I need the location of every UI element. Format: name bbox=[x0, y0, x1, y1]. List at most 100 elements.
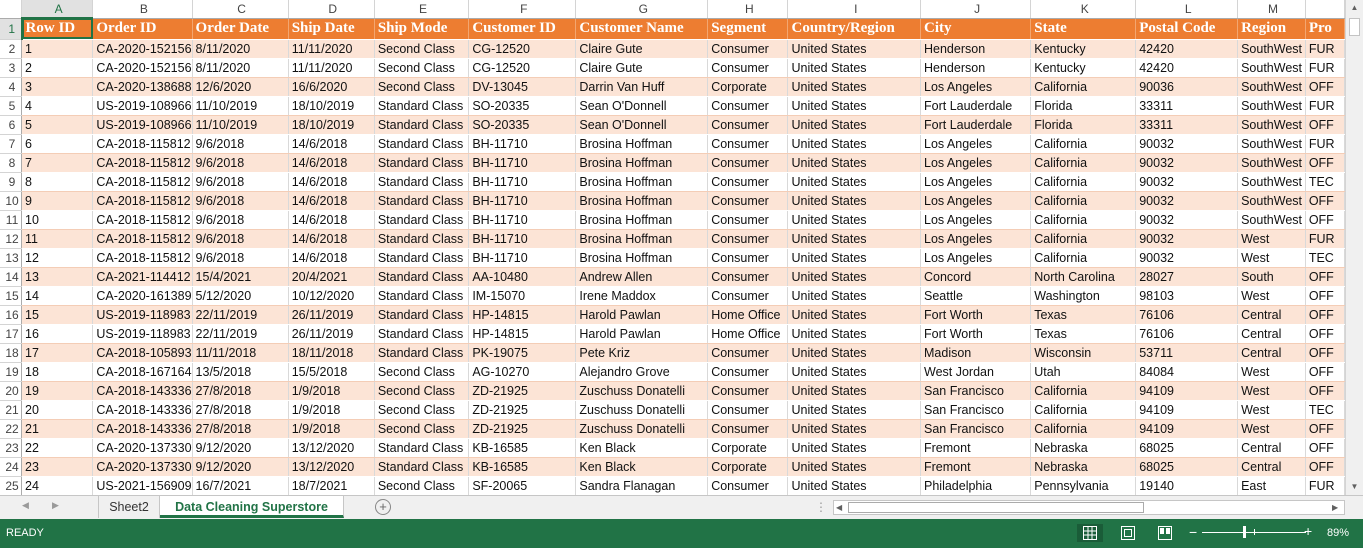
table-cell[interactable]: United States bbox=[787, 172, 921, 192]
table-cell[interactable]: United States bbox=[787, 476, 921, 495]
table-cell[interactable]: HP-14815 bbox=[468, 324, 577, 344]
table-cell[interactable]: 12/6/2020 bbox=[192, 77, 289, 97]
table-cell[interactable]: United States bbox=[787, 210, 921, 230]
table-cell[interactable]: HP-14815 bbox=[468, 305, 577, 325]
table-cell[interactable]: 16/6/2020 bbox=[288, 77, 375, 97]
table-cell[interactable]: CA-2020-137330 bbox=[92, 438, 193, 458]
table-cell[interactable]: Corporate bbox=[707, 438, 789, 458]
table-cell[interactable]: Kentucky bbox=[1030, 39, 1137, 59]
table-cell[interactable]: Consumer bbox=[707, 134, 789, 154]
zoom-out-button[interactable]: − bbox=[1189, 525, 1197, 539]
table-cell[interactable]: 14/6/2018 bbox=[288, 248, 375, 268]
table-cell[interactable]: West bbox=[1237, 248, 1306, 268]
table-cell[interactable]: Ken Black bbox=[575, 438, 709, 458]
table-cell[interactable]: 42420 bbox=[1135, 58, 1239, 78]
table-cell[interactable]: 90032 bbox=[1135, 172, 1239, 192]
row-header[interactable]: 25 bbox=[0, 476, 23, 495]
prev-sheet-arrow-icon[interactable]: ◀ bbox=[22, 500, 29, 511]
column-header-c[interactable]: C bbox=[192, 0, 289, 19]
table-cell[interactable]: Second Class bbox=[374, 58, 470, 78]
table-cell[interactable]: Standard Class bbox=[374, 324, 470, 344]
table-cell[interactable]: 1/9/2018 bbox=[288, 419, 375, 439]
table-cell[interactable]: West bbox=[1237, 381, 1306, 401]
table-cell[interactable]: California bbox=[1030, 191, 1137, 211]
table-cell[interactable]: 33311 bbox=[1135, 96, 1239, 116]
table-cell[interactable]: Philadelphia bbox=[920, 476, 1032, 495]
table-cell[interactable]: 22/11/2019 bbox=[192, 324, 289, 344]
column-title-cell[interactable]: Order Date bbox=[192, 18, 289, 40]
table-cell[interactable]: Consumer bbox=[707, 153, 789, 173]
column-title-cell[interactable]: Pro bbox=[1305, 18, 1345, 40]
table-cell[interactable]: Alejandro Grove bbox=[575, 362, 709, 382]
table-cell[interactable]: BH-11710 bbox=[468, 191, 577, 211]
table-cell[interactable]: PK-19075 bbox=[468, 343, 577, 363]
table-cell[interactable]: Claire Gute bbox=[575, 58, 709, 78]
table-cell[interactable]: United States bbox=[787, 229, 921, 249]
column-header-e[interactable]: E bbox=[374, 0, 470, 19]
table-cell[interactable]: United States bbox=[787, 134, 921, 154]
table-cell[interactable]: OFF bbox=[1305, 191, 1345, 211]
column-header-m[interactable]: M bbox=[1237, 0, 1306, 19]
table-cell[interactable]: OFF bbox=[1305, 153, 1345, 173]
column-title-cell[interactable]: City bbox=[920, 18, 1032, 40]
table-cell[interactable]: 14/6/2018 bbox=[288, 153, 375, 173]
table-cell[interactable]: CA-2018-143336 bbox=[92, 419, 193, 439]
row-header[interactable]: 1 bbox=[0, 18, 23, 40]
table-cell[interactable]: Los Angeles bbox=[920, 172, 1032, 192]
table-cell[interactable]: United States bbox=[787, 58, 921, 78]
table-cell[interactable]: 90032 bbox=[1135, 153, 1239, 173]
table-cell[interactable]: South bbox=[1237, 267, 1306, 287]
table-cell[interactable]: 94109 bbox=[1135, 400, 1239, 420]
table-cell[interactable]: Brosina Hoffman bbox=[575, 172, 709, 192]
table-cell[interactable]: Second Class bbox=[374, 39, 470, 59]
table-cell[interactable]: Central bbox=[1237, 324, 1306, 344]
table-cell[interactable]: OFF bbox=[1305, 77, 1345, 97]
table-cell[interactable]: Consumer bbox=[707, 400, 789, 420]
table-cell[interactable]: US-2021-156909 bbox=[92, 476, 193, 495]
table-cell[interactable]: United States bbox=[787, 115, 921, 135]
table-cell[interactable]: 1 bbox=[21, 39, 94, 59]
table-cell[interactable]: ZD-21925 bbox=[468, 381, 577, 401]
table-cell[interactable]: CA-2020-137330 bbox=[92, 457, 193, 477]
table-cell[interactable]: 9/12/2020 bbox=[192, 457, 289, 477]
table-cell[interactable]: 18/7/2021 bbox=[288, 476, 375, 495]
table-cell[interactable]: 19 bbox=[21, 381, 94, 401]
scroll-up-arrow-icon[interactable]: ▲ bbox=[1346, 0, 1363, 16]
table-cell[interactable]: California bbox=[1030, 210, 1137, 230]
table-cell[interactable]: Central bbox=[1237, 305, 1306, 325]
row-header[interactable]: 21 bbox=[0, 400, 23, 420]
table-cell[interactable]: United States bbox=[787, 267, 921, 287]
scroll-left-arrow-icon[interactable]: ◀ bbox=[836, 501, 842, 514]
table-cell[interactable]: CA-2018-115812 bbox=[92, 210, 193, 230]
horizontal-scrollbar[interactable]: ◀ ▶ bbox=[833, 500, 1345, 515]
table-cell[interactable]: 14/6/2018 bbox=[288, 191, 375, 211]
table-cell[interactable]: 33311 bbox=[1135, 115, 1239, 135]
column-header-b[interactable]: B bbox=[92, 0, 193, 19]
row-header[interactable]: 5 bbox=[0, 96, 23, 116]
vertical-scroll-thumb[interactable] bbox=[1349, 18, 1360, 36]
table-cell[interactable]: 76106 bbox=[1135, 305, 1239, 325]
row-header[interactable]: 22 bbox=[0, 419, 23, 439]
table-cell[interactable]: 24 bbox=[21, 476, 94, 495]
table-cell[interactable]: KB-16585 bbox=[468, 438, 577, 458]
table-cell[interactable]: Consumer bbox=[707, 172, 789, 192]
table-cell[interactable]: US-2019-118983 bbox=[92, 324, 193, 344]
table-cell[interactable]: 16/7/2021 bbox=[192, 476, 289, 495]
table-cell[interactable]: OFF bbox=[1305, 381, 1345, 401]
table-cell[interactable]: CA-2018-115812 bbox=[92, 229, 193, 249]
table-cell[interactable]: Fort Worth bbox=[920, 324, 1032, 344]
table-cell[interactable]: West bbox=[1237, 286, 1306, 306]
table-cell[interactable]: West bbox=[1237, 419, 1306, 439]
table-cell[interactable]: Second Class bbox=[374, 381, 470, 401]
table-cell[interactable]: Consumer bbox=[707, 476, 789, 495]
table-cell[interactable]: Standard Class bbox=[374, 210, 470, 230]
table-cell[interactable]: United States bbox=[787, 191, 921, 211]
row-header[interactable]: 23 bbox=[0, 438, 23, 458]
column-header-h[interactable]: H bbox=[707, 0, 789, 19]
table-cell[interactable]: 90032 bbox=[1135, 229, 1239, 249]
table-cell[interactable]: 15/5/2018 bbox=[288, 362, 375, 382]
table-cell[interactable]: Ken Black bbox=[575, 457, 709, 477]
table-cell[interactable]: California bbox=[1030, 419, 1137, 439]
table-cell[interactable]: West bbox=[1237, 400, 1306, 420]
table-cell[interactable]: Consumer bbox=[707, 39, 789, 59]
